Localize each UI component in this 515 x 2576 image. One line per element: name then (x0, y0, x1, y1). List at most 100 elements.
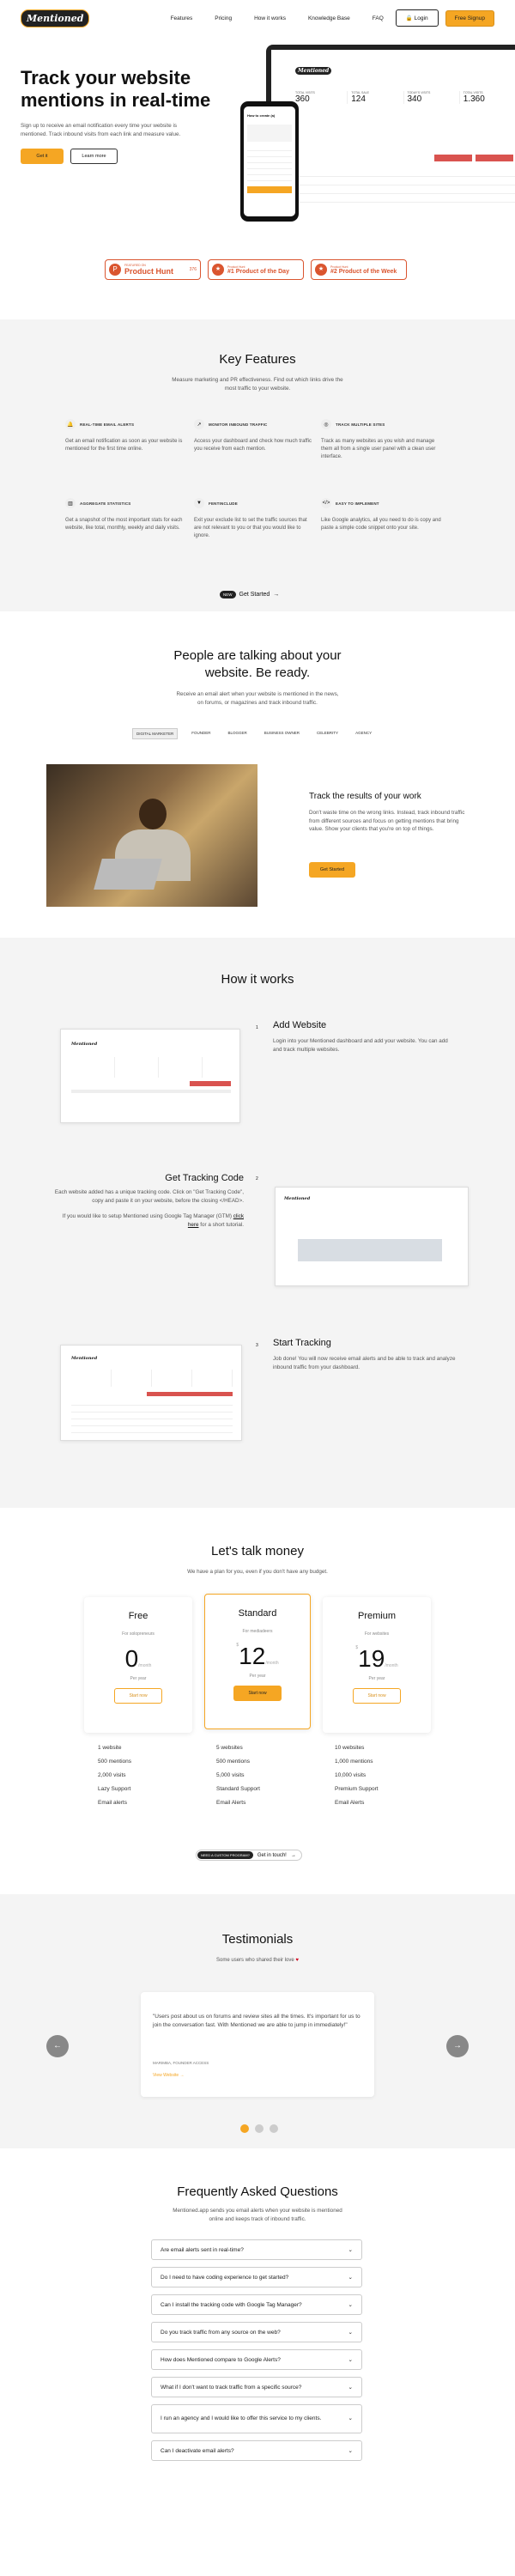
testimonial-author: MARIMBA, FOUNDER ACCESS (153, 2061, 209, 2065)
features-subtitle: Measure marketing and PR effectiveness. … (172, 377, 343, 392)
feature-heading: TRACK MULTIPLE SITES (336, 422, 385, 427)
plan-feature: 10 websites (335, 1745, 365, 1751)
screenshot-stats (71, 1370, 233, 1387)
carousel-dot-active[interactable] (240, 2124, 249, 2133)
badges-row: P FEATURED ON Product Hunt 376 ★ Product … (105, 259, 412, 280)
pricing-subtitle: We have a plan for you, even if you don'… (187, 1569, 328, 1575)
plan-features-standard: 5 websites 500 mentions 5,000 visits Sta… (216, 1741, 260, 1810)
screenshot-stats (71, 1057, 231, 1078)
faq-item[interactable]: I run an agency and I would like to offe… (151, 2404, 362, 2433)
login-label: Login (414, 15, 428, 21)
step2-gtm-suffix: for a short tutorial. (200, 1221, 244, 1228)
plan-feature: 500 mentions (98, 1759, 132, 1765)
arrow-right-icon: → (179, 2073, 185, 2078)
custom-badge: NEED A CUSTOM PROGRAM? (197, 1851, 253, 1859)
chevron-down-icon: ⌄ (348, 2415, 353, 2421)
faq-item[interactable]: Are email alerts sent in real-time? ⌄ (151, 2239, 362, 2260)
view-website-label: View Website (153, 2073, 179, 2078)
faq-item[interactable]: Do I need to have coding experience to g… (151, 2267, 362, 2287)
testimonial-quote: "Users post about us on forums and revie… (153, 2014, 360, 2028)
tab-celebrity[interactable]: CELEBRITY (313, 728, 342, 739)
chevron-down-icon: ⌄ (348, 2302, 353, 2308)
tab-founder[interactable]: FOUNDER (188, 728, 214, 739)
plan-feature: Standard Support (216, 1786, 260, 1792)
stat-value: 360 (295, 94, 310, 104)
faq-item[interactable]: Can I install the tracking code with Goo… (151, 2294, 362, 2315)
laptop-mockup: Mentioned TOTAL VISITS 360 TOTAL SALE 124 … (266, 45, 515, 208)
testimonial-card: "Users post about us on forums and revie… (141, 1992, 374, 2097)
feature-text: Get an email notification as soon as you… (65, 439, 183, 452)
page: Mentioned Features Pricing How it works … (0, 0, 515, 2576)
step2-screenshot: Mentioned (275, 1187, 469, 1286)
feature-item: </> EASY TO IMPLEMENT Like Google analyti… (321, 498, 441, 532)
learn-more-button[interactable]: Learn more (70, 149, 118, 164)
next-testimonial-button[interactable]: → (446, 2035, 469, 2057)
hero-title: Track your website mentions in real-time (21, 67, 227, 112)
logo[interactable]: Mentioned (21, 9, 90, 27)
stat-value: 340 (407, 94, 422, 104)
phone-content (247, 125, 292, 142)
screenshot-logo: Mentioned (71, 1042, 98, 1047)
faq-question: Can I install the tracking code with Goo… (161, 2301, 302, 2308)
plan-feature: 500 mentions (216, 1759, 251, 1765)
faq-item[interactable]: Do you track traffic from any source on … (151, 2322, 362, 2342)
step3-text: Job done! You will now receive email ale… (273, 1356, 456, 1370)
badge-product-of-week[interactable]: ★ Product Hunt #2 Product of the Week (311, 259, 407, 280)
prev-testimonial-button[interactable]: ← (46, 2035, 69, 2057)
get-started-link[interactable]: NEW Get Started → (220, 591, 279, 598)
new-badge: NEW (220, 591, 236, 598)
tab-agency[interactable]: AGENCY (352, 728, 375, 739)
chevron-down-icon: ⌄ (348, 2330, 353, 2336)
faq-question: Are email alerts sent in real-time? (161, 2246, 244, 2253)
tab-business-owner[interactable]: BUSINESS OWNER (261, 728, 303, 739)
dashboard-logo: Mentioned (295, 67, 332, 75)
custom-program-link[interactable]: NEED A CUSTOM PROGRAM? Get in touch! → (196, 1850, 302, 1861)
faq-item[interactable]: How does Mentioned compare to Google Ale… (151, 2349, 362, 2370)
login-button[interactable]: 🔒 Login (395, 9, 439, 27)
plan-feature: Email Alerts (335, 1800, 365, 1806)
screenshot-row (71, 1090, 231, 1093)
plan-card-free: Free For solopreneurs 0/month Per year S… (84, 1597, 192, 1733)
badge-product-hunt[interactable]: P FEATURED ON Product Hunt 376 (105, 259, 201, 280)
screenshot-logo: Mentioned (284, 1196, 311, 1201)
nav-link-features[interactable]: Features (171, 15, 193, 21)
carousel-dot[interactable] (255, 2124, 264, 2133)
feature-heading: REAL-TIME EMAIL ALERTS (80, 422, 135, 427)
start-now-button[interactable]: Start now (114, 1688, 162, 1704)
faq-item[interactable]: What if I don't want to track traffic fr… (151, 2377, 362, 2397)
badge-main: Product Hunt (124, 267, 173, 276)
screenshot-logo: Mentioned (71, 1356, 98, 1361)
badge-product-of-day[interactable]: ★ Product Hunt #1 Product of the Day (208, 259, 304, 280)
feature-heading: MONITOR INBOUND TRAFFIC (209, 422, 268, 427)
tab-blogger[interactable]: BLOGGER (225, 728, 251, 739)
hero-title-line1: Track your website (21, 67, 191, 88)
step2-gtm-text: If you would like to setup Mentioned usi… (55, 1212, 244, 1229)
nav-link-pricing[interactable]: Pricing (215, 15, 232, 21)
faq-question: How does Mentioned compare to Google Ale… (161, 2356, 281, 2363)
get-it-button[interactable]: Get it (21, 149, 64, 164)
phone-button (247, 186, 292, 193)
view-website-link[interactable]: View Website → (153, 2073, 185, 2078)
start-now-button[interactable]: Start now (233, 1686, 282, 1701)
feature-text: Exit your exclude list to set the traffi… (194, 518, 307, 538)
feature-heading: EASY TO IMPLEMENT (336, 501, 379, 506)
nav-link-how-it-works[interactable]: How it works (254, 15, 286, 21)
badge-main: #1 Product of the Day (227, 268, 289, 275)
faq-item[interactable]: Can I deactivate email alerts? ⌄ (151, 2440, 362, 2461)
talk-get-started-button[interactable]: Get Started (309, 862, 355, 878)
talk-title-line2: website. Be ready. (204, 665, 311, 680)
step1-title: Add Website (273, 1020, 327, 1030)
feature-item: 🔔 REAL-TIME EMAIL ALERTS Get an email not… (65, 419, 185, 453)
nav-link-faq[interactable]: FAQ (373, 15, 384, 21)
nav-link-knowledge-base[interactable]: Knowledge Base (308, 15, 350, 21)
how-title: How it works (221, 972, 294, 987)
feature-text: Like Google analytics, all you need to d… (321, 518, 441, 531)
tab-digital-marketer[interactable]: DIGITAL MARKETER (132, 728, 179, 739)
start-now-button[interactable]: Start now (353, 1688, 401, 1704)
signup-button[interactable]: Free Signup (445, 9, 494, 27)
person-photo (46, 764, 258, 907)
testimonials-subtitle-text: Some users who shared their love (216, 1958, 294, 1963)
carousel-dot[interactable] (270, 2124, 278, 2133)
plan-feature: 5,000 visits (216, 1772, 245, 1778)
dashboard-stats: TOTAL VISITS 360 TOTAL SALE 124 TODAY'S VI… (295, 91, 515, 104)
